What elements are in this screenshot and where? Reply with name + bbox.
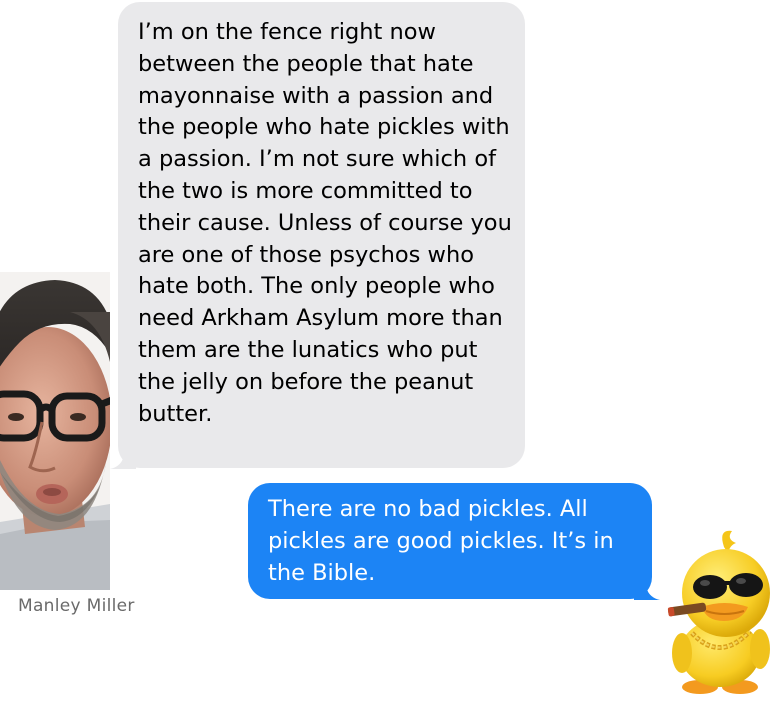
incoming-message-text: I’m on the fence right now between the p… (138, 19, 512, 427)
sender-name: Manley Miller (18, 596, 135, 616)
outgoing-message-text: There are no bad pickles. All pickles ar… (268, 496, 614, 586)
sender-avatar[interactable] (0, 272, 110, 590)
bubble-tail-left (110, 449, 136, 469)
outgoing-message-bubble[interactable]: There are no bad pickles. All pickles ar… (248, 483, 660, 600)
incoming-message-bubble[interactable]: I’m on the fence right now between the p… (110, 2, 525, 469)
sender-photo (0, 272, 110, 590)
my-avatar[interactable] (652, 525, 780, 697)
duck-memoji-icon (667, 530, 770, 694)
